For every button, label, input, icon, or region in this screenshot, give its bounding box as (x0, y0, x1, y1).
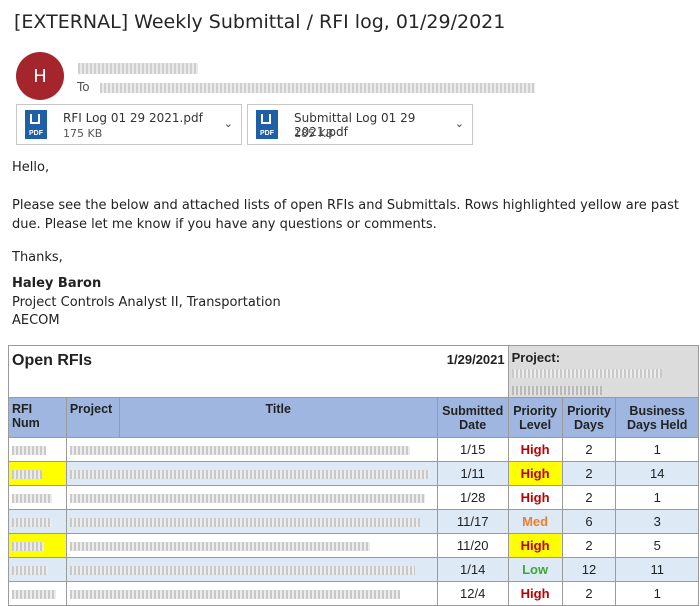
priority-level: High (507, 581, 563, 606)
email-subject: [EXTERNAL] Weekly Submittal / RFI log, 0… (14, 11, 506, 33)
submitted-date: 1/15 (436, 437, 509, 462)
table-row: 1/28 High 2 1 (8, 485, 699, 510)
table-row: 11/17 Med 6 3 (8, 509, 699, 534)
rfi-num-redacted (12, 518, 52, 528)
greeting: Hello, (12, 160, 50, 175)
open-rfis-table: Open RFIs 1/29/2021 Project: RFI Num Pro… (8, 345, 700, 606)
table-title: Open RFIs (8, 345, 438, 398)
priority-level: High (507, 437, 563, 462)
pdf-file-icon: PDF (25, 110, 47, 139)
table-row: 1/14 Low 12 11 (8, 557, 699, 582)
attachment-rfi-log[interactable]: PDF RFI Log 01 29 2021.pdf 175 KB ⌄ (16, 104, 242, 145)
priority-days: 2 (561, 461, 617, 486)
chevron-down-icon[interactable]: ⌄ (224, 117, 233, 130)
project-cell: Project: (507, 345, 700, 398)
business-days-held: 3 (615, 509, 699, 534)
col-business-days-held: Business Days Held (615, 397, 699, 438)
priority-days: 2 (561, 581, 617, 606)
rfi-num-redacted (12, 590, 56, 600)
priority-level: High (507, 485, 563, 510)
closing: Thanks, (12, 250, 63, 265)
col-priority-level: Priority Level (507, 397, 563, 438)
priority-days: 2 (561, 533, 617, 558)
signature-title: Project Controls Analyst II, Transportat… (12, 295, 281, 310)
submitted-date: 1/14 (436, 557, 509, 582)
project-label: Project: (511, 350, 561, 365)
priority-level: Low (507, 557, 563, 582)
sender-avatar[interactable]: H (16, 52, 64, 100)
table-row: 1/11 High 2 14 (8, 461, 699, 486)
chevron-down-icon[interactable]: ⌄ (455, 117, 464, 130)
business-days-held: 14 (615, 461, 699, 486)
sender-name-redacted (78, 63, 198, 74)
attachment-size: 175 KB (63, 127, 103, 140)
business-days-held: 11 (615, 557, 699, 582)
business-days-held: 1 (615, 437, 699, 462)
attachment-size: 185 KB (294, 127, 334, 140)
rfi-num-redacted (12, 470, 42, 480)
project-name-redacted (511, 369, 662, 379)
priority-days: 6 (561, 509, 617, 534)
priority-level: High (507, 533, 563, 558)
title-redacted (69, 590, 400, 600)
priority-level: Med (507, 509, 563, 534)
submitted-date: 11/17 (436, 509, 509, 534)
rfi-num-redacted (12, 542, 44, 552)
rfi-num-redacted (12, 566, 48, 576)
title-redacted (69, 446, 410, 456)
signature-name: Haley Baron (12, 276, 102, 291)
rfi-num-redacted (12, 494, 52, 504)
priority-days: 12 (561, 557, 617, 582)
title-redacted (69, 518, 420, 528)
project-name-redacted (511, 386, 602, 395)
recipients-redacted (100, 83, 535, 93)
rfi-num-redacted (12, 446, 46, 456)
title-redacted (69, 542, 370, 552)
table-date: 1/29/2021 (437, 345, 509, 398)
submitted-date: 1/28 (436, 485, 509, 510)
pdf-file-icon: PDF (256, 110, 278, 139)
business-days-held: 1 (615, 485, 699, 510)
column-header-row: RFI Num Project Title Submitted Date Pri… (8, 397, 699, 438)
priority-days: 2 (561, 485, 617, 510)
col-title: Title (118, 397, 438, 438)
attachment-name: RFI Log 01 29 2021.pdf (63, 111, 203, 125)
title-redacted (69, 494, 425, 504)
col-project: Project (65, 397, 120, 438)
table-row: 12/4 High 2 1 (8, 581, 699, 606)
body-paragraph: Please see the below and attached lists … (12, 198, 680, 232)
business-days-held: 1 (615, 581, 699, 606)
submitted-date: 12/4 (436, 581, 509, 606)
business-days-held: 5 (615, 533, 699, 558)
priority-days: 2 (561, 437, 617, 462)
col-submitted-date: Submitted Date (436, 397, 509, 438)
submitted-date: 11/20 (436, 533, 509, 558)
table-row: 1/15 High 2 1 (8, 437, 699, 462)
col-rfi-num: RFI Num (8, 397, 67, 438)
signature-company: AECOM (12, 313, 60, 328)
col-priority-days: Priority Days (561, 397, 617, 438)
submitted-date: 1/11 (436, 461, 509, 486)
table-row: 11/20 High 2 5 (8, 533, 699, 558)
priority-level: High (507, 461, 563, 486)
attachment-submittal-log[interactable]: PDF Submittal Log 01 29 2021.pdf 185 KB … (247, 104, 473, 145)
title-redacted (69, 470, 430, 480)
to-label: To (77, 80, 90, 94)
title-redacted (69, 566, 415, 576)
